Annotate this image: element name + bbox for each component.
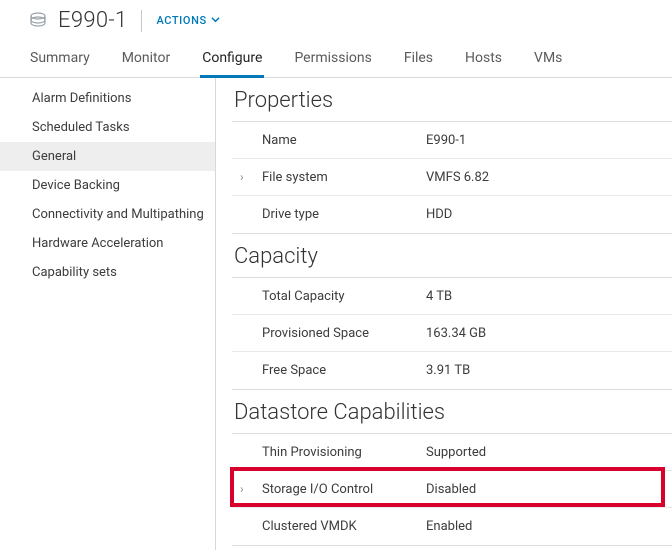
table-row: Provisioned Space 163.34 GB (232, 315, 672, 352)
actions-label: ACTIONS (156, 14, 206, 27)
prop-label-text: File system (262, 170, 328, 185)
sidebar: Alarm Definitions Scheduled Tasks Genera… (0, 78, 216, 550)
page-title: E990-1 (58, 8, 127, 33)
prop-value-sioc: Disabled (422, 482, 672, 497)
section-title-capabilities: Datastore Capabilities (232, 394, 672, 433)
properties-table: Name E990-1 › File system VMFS 6.82 Driv… (232, 121, 672, 234)
prop-label-drivetype: Drive type (232, 207, 422, 222)
prop-label-sioc: › Storage I/O Control (232, 482, 422, 497)
tab-files[interactable]: Files (402, 40, 435, 78)
tab-configure[interactable]: Configure (200, 40, 264, 78)
table-row: Drive type HDD (232, 196, 672, 233)
chevron-right-icon[interactable]: › (240, 170, 244, 184)
section-title-capacity: Capacity (232, 238, 672, 277)
prop-value-filesystem: VMFS 6.82 (422, 170, 672, 185)
actions-menu[interactable]: ACTIONS (156, 14, 219, 27)
tab-monitor[interactable]: Monitor (120, 40, 173, 78)
prop-value-drivetype: HDD (422, 207, 672, 222)
table-row: › File system VMFS 6.82 (232, 159, 672, 196)
tab-vms[interactable]: VMs (532, 40, 564, 78)
capabilities-table: Thin Provisioning Supported › Storage I/… (232, 433, 672, 546)
table-row: Thin Provisioning Supported (232, 434, 672, 471)
sidebar-item-connectivity[interactable]: Connectivity and Multipathing (0, 200, 215, 229)
prop-label-total: Total Capacity (232, 289, 422, 304)
sidebar-item-alarm-definitions[interactable]: Alarm Definitions (0, 84, 215, 113)
table-row: Free Space 3.91 TB (232, 352, 672, 389)
datastore-icon (28, 11, 48, 31)
sidebar-item-scheduled-tasks[interactable]: Scheduled Tasks (0, 113, 215, 142)
sidebar-item-device-backing[interactable]: Device Backing (0, 171, 215, 200)
prop-label-provisioned: Provisioned Space (232, 326, 422, 341)
tab-bar: Summary Monitor Configure Permissions Fi… (0, 40, 672, 78)
prop-label-clustered-vmdk: Clustered VMDK (232, 519, 422, 534)
main-panel: Properties Name E990-1 › File system VMF… (216, 78, 672, 550)
sidebar-item-capability-sets[interactable]: Capability sets (0, 258, 215, 287)
prop-label-free: Free Space (232, 363, 422, 378)
prop-value-clustered-vmdk: Enabled (422, 519, 672, 534)
sidebar-item-hardware-accel[interactable]: Hardware Acceleration (0, 229, 215, 258)
prop-label-name: Name (232, 133, 422, 148)
tab-hosts[interactable]: Hosts (463, 40, 504, 78)
prop-label-filesystem: › File system (232, 170, 422, 185)
prop-label-text: Storage I/O Control (262, 482, 373, 497)
section-title-properties: Properties (232, 82, 672, 121)
prop-value-name: E990-1 (422, 133, 672, 148)
table-row: › Storage I/O Control Disabled (232, 471, 672, 508)
prop-value-free: 3.91 TB (422, 363, 672, 378)
prop-value-total: 4 TB (422, 289, 672, 304)
prop-label-thin: Thin Provisioning (232, 445, 422, 460)
header-divider (141, 10, 142, 32)
prop-value-thin: Supported (422, 445, 672, 460)
table-row: Total Capacity 4 TB (232, 278, 672, 315)
table-row: Clustered VMDK Enabled (232, 508, 672, 545)
chevron-right-icon[interactable]: › (240, 482, 244, 496)
capacity-table: Total Capacity 4 TB Provisioned Space 16… (232, 277, 672, 390)
sidebar-item-general[interactable]: General (0, 142, 215, 171)
tab-summary[interactable]: Summary (28, 40, 92, 78)
prop-value-provisioned: 163.34 GB (422, 326, 672, 341)
table-row: Name E990-1 (232, 122, 672, 159)
tab-permissions[interactable]: Permissions (292, 40, 373, 78)
page-header: E990-1 ACTIONS (0, 0, 672, 40)
chevron-down-icon (211, 14, 220, 27)
